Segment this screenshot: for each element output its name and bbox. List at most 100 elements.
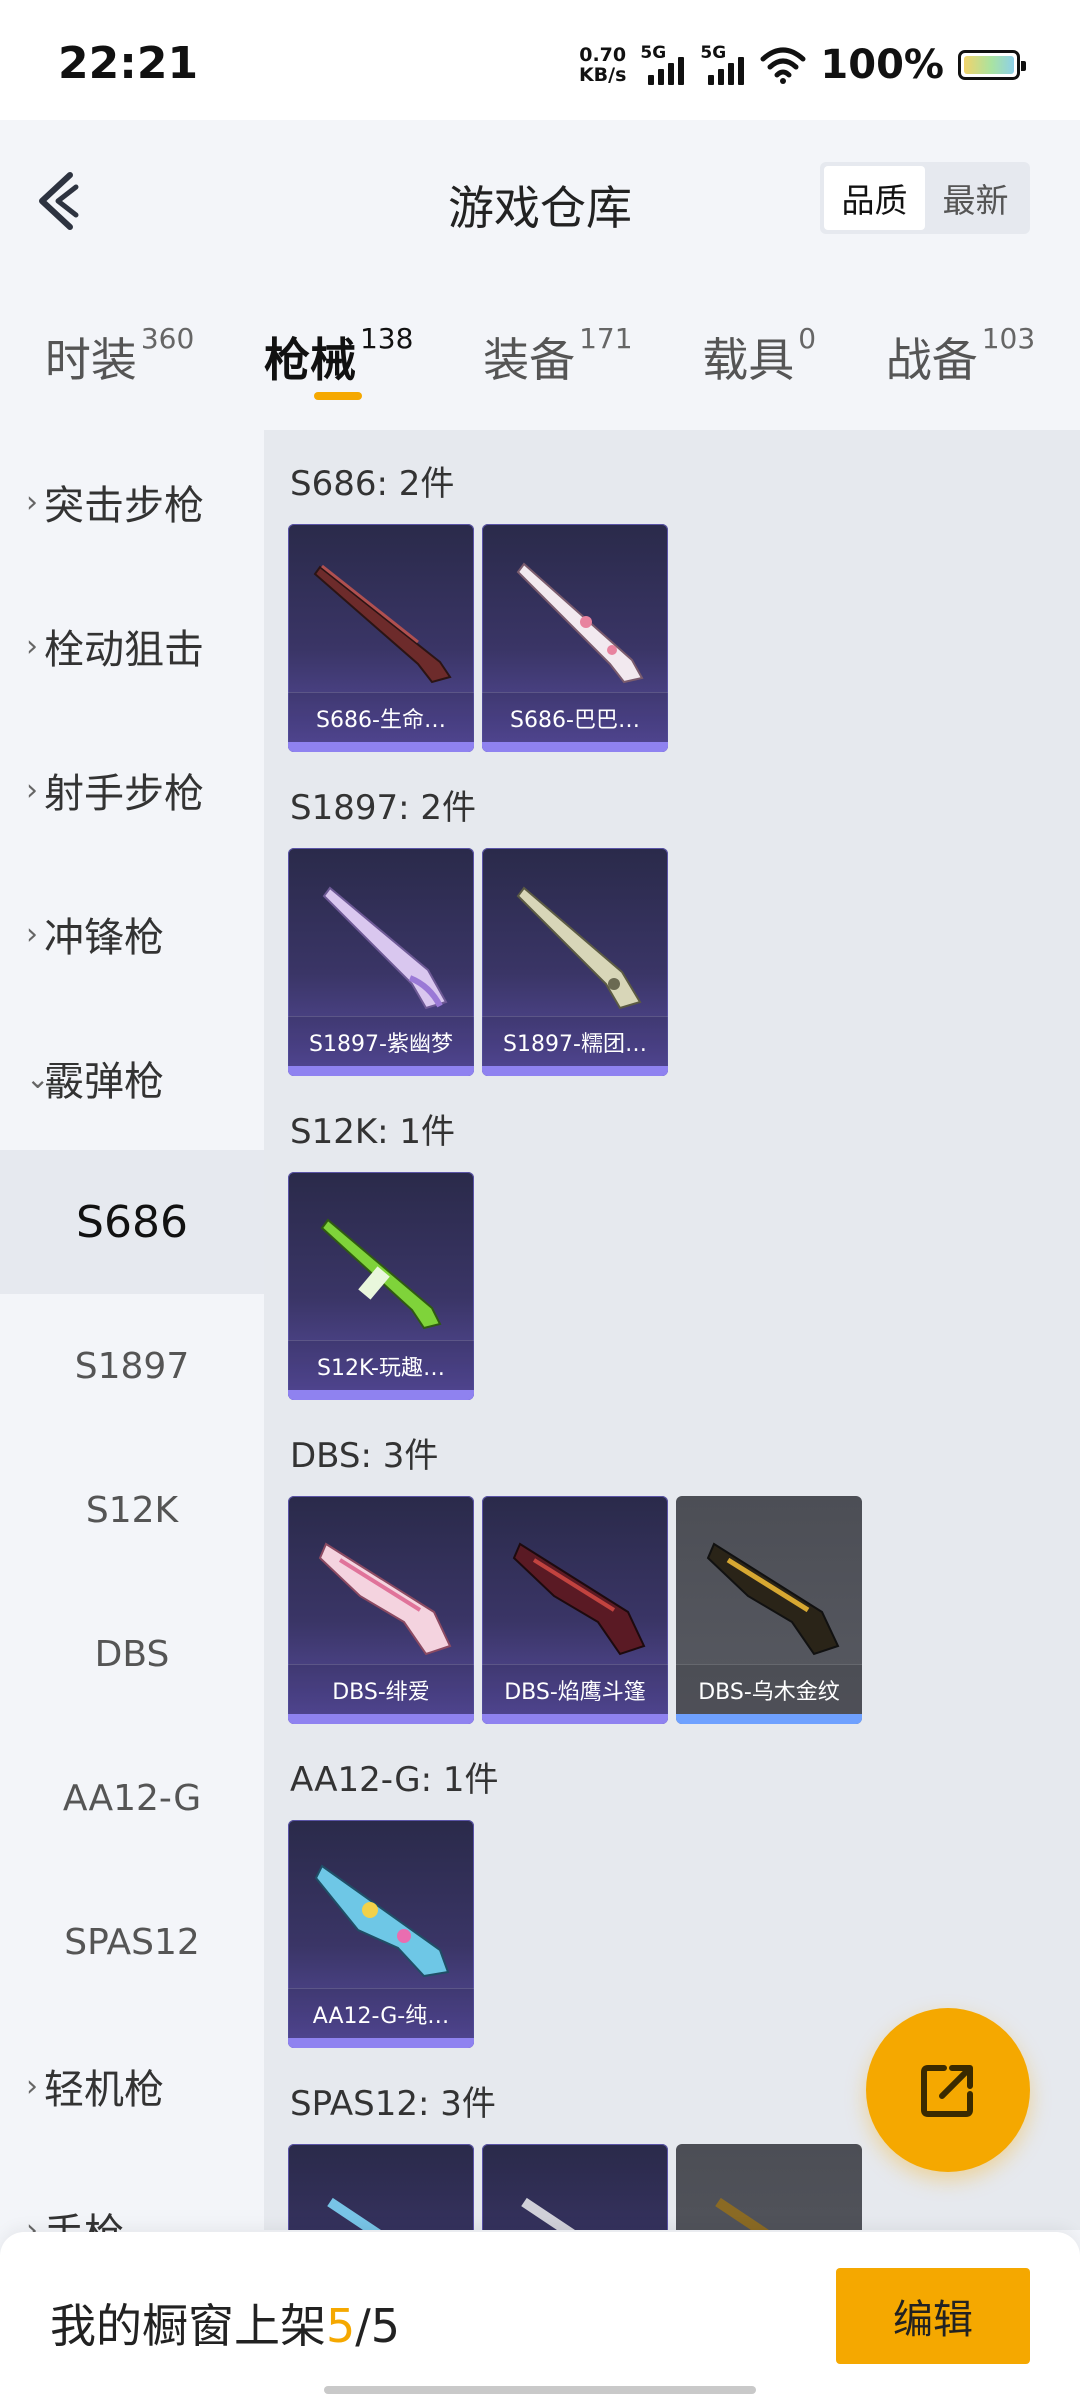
group-title: S686: 2件	[290, 464, 455, 504]
sidebar-item-label: 冲锋枪	[44, 915, 164, 961]
chevron-right-icon: ›	[26, 916, 38, 952]
chevron-right-icon: ›	[26, 484, 38, 520]
weapon-card[interactable]: DBS-焰鹰斗篷	[482, 1496, 668, 1724]
edit-button[interactable]: 编辑	[836, 2268, 1030, 2364]
chevron-down-icon: ⌄	[26, 1061, 50, 1095]
rarity-bar	[676, 1714, 862, 1724]
shotgun-image	[313, 564, 452, 684]
sidebar-item-marksman-rifle[interactable]: › 射手步枪	[0, 718, 264, 862]
chevron-right-icon: ›	[26, 772, 38, 808]
weapon-card[interactable]: S1897-糯团…	[482, 848, 668, 1076]
tab-equipment[interactable]: 装备 171	[483, 300, 632, 420]
tab-guns[interactable]: 枪械 138	[264, 300, 413, 420]
net-speed: 0.70 KB/s	[579, 45, 626, 85]
weapon-name: S686-巴巴…	[482, 692, 668, 742]
shotgun-image	[706, 1542, 840, 1656]
sidebar-item-label: 栓动狙击	[44, 627, 204, 673]
rarity-bar	[288, 2038, 474, 2048]
status-bar: 22:21 0.70 KB/s 5G 5G 100%	[0, 0, 1080, 120]
sidebar-sub-s12k[interactable]: S12K	[0, 1438, 264, 1582]
weapon-card[interactable]	[288, 2144, 474, 2230]
sidebar-sub-spas12[interactable]: SPAS12	[0, 1870, 264, 2014]
group-title: SPAS12: 3件	[290, 2084, 496, 2124]
weapon-list: S686: 2件 S686-生命… S686-巴巴… S1897: 2件 S18…	[264, 430, 1080, 2230]
showcase-status: 我的橱窗上架5/5	[50, 2290, 400, 2356]
weapon-card[interactable]: S686-生命…	[288, 524, 474, 752]
tab-supplies[interactable]: 战备 103	[886, 300, 1035, 420]
sidebar-item-smg[interactable]: › 冲锋枪	[0, 862, 264, 1006]
battery-icon	[958, 50, 1026, 80]
shotgun-image	[512, 1542, 646, 1656]
weapon-card[interactable]	[676, 2144, 862, 2230]
tab-count: 138	[359, 322, 414, 355]
shotgun-image	[715, 2197, 770, 2230]
group-title: AA12-G: 1件	[290, 1760, 499, 1800]
shotgun-image	[318, 1542, 452, 1656]
signal-type: 5G	[640, 43, 667, 63]
weapon-card[interactable]: S1897-紫幽梦	[288, 848, 474, 1076]
weapon-card[interactable]: DBS-绯爱	[288, 1496, 474, 1724]
chevron-right-icon: ›	[26, 628, 38, 664]
showcase-total: /5	[355, 2299, 401, 2353]
sidebar-item-assault-rifle[interactable]: › 突击步枪	[0, 430, 264, 574]
weapon-name: S686-生命…	[288, 692, 474, 742]
category-tabs: 时装 360 枪械 138 装备 171 载具 0 战备 103	[0, 300, 1080, 420]
active-tab-indicator	[313, 392, 362, 400]
weapon-card[interactable]: DBS-乌木金纹	[676, 1496, 862, 1724]
net-speed-unit: KB/s	[578, 64, 627, 86]
group-title: S12K: 1件	[290, 1112, 456, 1152]
weapon-name: S12K-玩趣…	[288, 1340, 474, 1390]
sidebar: › 突击步枪 › 栓动狙击 › 射手步枪 › 冲锋枪 ⌄ 霰弹枪 S686 S1…	[0, 430, 264, 2257]
wifi-icon	[760, 47, 806, 84]
tab-fashion[interactable]: 时装 360	[45, 300, 194, 420]
net-speed-value: 0.70	[579, 44, 627, 66]
sidebar-item-lmg[interactable]: › 轻机枪	[0, 2014, 264, 2158]
shotgun-image	[322, 886, 448, 1010]
sidebar-sub-s686[interactable]: S686	[0, 1150, 264, 1294]
shotgun-image	[516, 886, 642, 1010]
tab-label: 战备	[885, 333, 978, 387]
share-icon	[921, 2065, 973, 2117]
shotgun-image	[320, 1218, 442, 1330]
sidebar-sub-dbs[interactable]: DBS	[0, 1582, 264, 1726]
tab-label: 时装	[44, 333, 137, 387]
sidebar-item-label: 射手步枪	[44, 771, 204, 817]
status-time: 22:21	[58, 38, 199, 89]
home-indicator[interactable]	[324, 2386, 756, 2394]
weapon-name: AA12-G-纯…	[288, 1988, 474, 2038]
showcase-label: 我的橱窗上架	[50, 2299, 326, 2353]
battery-percent: 100%	[820, 42, 944, 88]
header: 游戏仓库 品质 最新	[0, 120, 1080, 280]
rarity-bar	[288, 742, 474, 752]
showcase-count: 5	[326, 2299, 356, 2353]
sidebar-item-label: 突击步枪	[44, 483, 204, 529]
weapon-card[interactable]: S686-巴巴…	[482, 524, 668, 752]
group-title: DBS: 3件	[290, 1436, 439, 1476]
sort-toggle: 品质 最新	[820, 162, 1030, 234]
rarity-bar	[482, 1714, 668, 1724]
rarity-bar	[288, 1714, 474, 1724]
sort-quality[interactable]: 品质	[824, 166, 925, 230]
screen: 22:21 0.70 KB/s 5G 5G 100% 游戏仓库 品质 最新 时装…	[0, 0, 1080, 2400]
shotgun-image	[516, 562, 644, 684]
signal-type: 5G	[700, 43, 727, 63]
share-button[interactable]	[866, 2008, 1030, 2172]
tab-count: 0	[798, 322, 817, 355]
weapon-card[interactable]	[482, 2144, 668, 2230]
weapon-name: S1897-糯团…	[482, 1016, 668, 1066]
weapon-card[interactable]: S12K-玩趣…	[288, 1172, 474, 1400]
sidebar-sub-aa12g[interactable]: AA12-G	[0, 1726, 264, 1870]
weapon-name: S1897-紫幽梦	[288, 1016, 474, 1066]
tab-label: 枪械	[263, 333, 356, 387]
weapon-name: DBS-焰鹰斗篷	[482, 1664, 668, 1714]
weapon-name: DBS-乌木金纹	[676, 1664, 862, 1714]
tab-count: 103	[981, 322, 1036, 355]
weapon-card[interactable]: AA12-G-纯…	[288, 1820, 474, 2048]
sort-newest[interactable]: 最新	[925, 166, 1026, 230]
tab-vehicles[interactable]: 载具 0	[702, 300, 816, 420]
sidebar-item-shotgun[interactable]: ⌄ 霰弹枪	[0, 1006, 264, 1150]
sidebar-item-bolt-sniper[interactable]: › 栓动狙击	[0, 574, 264, 718]
sidebar-item-label: 轻机枪	[44, 2067, 164, 2113]
tab-count: 171	[579, 322, 633, 355]
sidebar-sub-s1897[interactable]: S1897	[0, 1294, 264, 1438]
